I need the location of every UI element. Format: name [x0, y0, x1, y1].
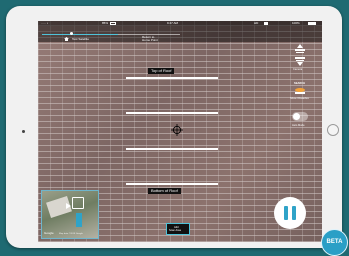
mission-progress-fill — [42, 34, 118, 35]
tablet-battery-icon — [308, 22, 316, 25]
top-roof-line[interactable] — [126, 77, 218, 79]
auto-mode-label: Auto Mode — [292, 124, 305, 127]
camera-tilt-icon[interactable] — [294, 44, 306, 54]
toggle-knob — [293, 113, 300, 120]
obstacles-icon[interactable] — [294, 87, 306, 95]
pause-button[interactable] — [274, 197, 306, 229]
camera-label: Camera — [293, 68, 303, 71]
mission-progress-track — [42, 34, 180, 35]
scan-area-marker — [72, 197, 84, 209]
google-watermark: Google — [44, 231, 54, 235]
minimap[interactable]: Google Map data ©2018 Google — [41, 190, 99, 239]
mission-top-bar: Test Satellite Return to Home Point — [38, 26, 322, 42]
tablet-frame: ····· • 85% 9:47 AM HD 100% Test Satelli… — [6, 6, 342, 248]
bottom-roof-line[interactable] — [126, 183, 218, 185]
tablet-camera — [22, 130, 25, 133]
bottom-of-roof-label: Bottom of Roof — [148, 188, 181, 194]
add-scan-area-line2: Scan Area — [169, 229, 181, 232]
battery-icon — [110, 22, 116, 25]
beta-badge: BETA — [321, 229, 348, 256]
map-attribution: Map data ©2018 Google — [59, 233, 83, 235]
pause-icon-bar-left — [284, 206, 288, 220]
wifi-icon — [264, 22, 268, 25]
drone-camera-view: ····· • 85% 9:47 AM HD 100% Test Satelli… — [38, 21, 322, 242]
show-obstacles-label: Show Obstacles — [290, 97, 309, 100]
return-home-label-2[interactable]: Home Point — [142, 39, 158, 42]
drone-heading-bar — [76, 213, 82, 227]
progress-marker — [70, 32, 73, 35]
scan-line-3 — [126, 148, 218, 150]
crosshair-icon — [171, 124, 183, 136]
scan-line-2 — [126, 112, 218, 114]
add-scan-area-button[interactable]: Add Scan Area — [166, 223, 190, 235]
pause-icon-bar-right — [292, 206, 296, 220]
top-of-roof-label: Top of Roof — [148, 68, 175, 74]
auto-mode-toggle[interactable] — [292, 112, 308, 121]
drone-position-icon — [66, 203, 71, 209]
test-satellite-label[interactable]: Test Satellite — [72, 38, 89, 41]
search-label: SEARCH — [294, 82, 305, 85]
home-icon — [64, 37, 69, 41]
home-button[interactable] — [327, 124, 339, 136]
camera-view-icon[interactable] — [294, 56, 306, 66]
